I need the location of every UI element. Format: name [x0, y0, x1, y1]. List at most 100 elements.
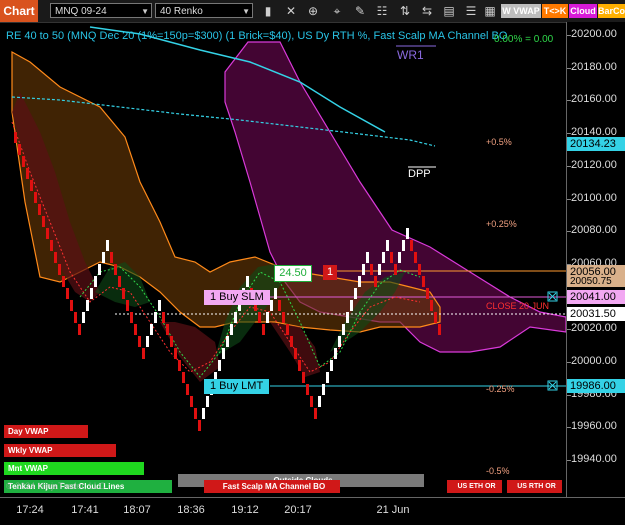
price-tick-label: 20100.00 [571, 191, 617, 204]
renko-brick-up [366, 252, 369, 263]
renko-brick-up [326, 372, 329, 383]
chart-title: RE 40 to 50 (MNQ Dec 20 (1%=150p=$300) (… [6, 30, 508, 42]
crosshair-icon[interactable]: ✕ [283, 3, 299, 19]
renko-brick-down [54, 252, 57, 263]
renko-brick-up [350, 300, 353, 311]
renko-brick-down [394, 264, 397, 275]
renko-brick-down [22, 156, 25, 167]
time-tick-label: 20:17 [284, 504, 312, 516]
renko-brick-down [390, 252, 393, 263]
renko-brick-down [174, 348, 177, 359]
percent-readout: 0.00% = 0.00 [494, 34, 554, 45]
price-label-buy-slm: 20041.00 [567, 290, 625, 304]
us-rth-or-legend[interactable]: US RTH OR [507, 480, 562, 493]
zoom-in-icon[interactable]: ⊕ [305, 3, 321, 19]
buy-slm-order[interactable]: 1 Buy SLM [204, 290, 270, 305]
renko-brick-down [166, 324, 169, 335]
wr1-label: WR1 [397, 48, 424, 62]
renko-brick-down [138, 336, 141, 347]
renko-brick-down [422, 276, 425, 287]
price-tick-label: 20020.00 [571, 322, 617, 335]
renko-brick-down [110, 252, 113, 263]
time-axis[interactable]: 17:24 17:41 18:07 18:36 19:12 20:17 21 Jun [0, 497, 625, 525]
price-tick-label: 19960.00 [571, 420, 617, 433]
renko-brick-up [206, 396, 209, 407]
price-label-cyan: 20134.23 [567, 137, 625, 151]
renko-brick-down [14, 132, 17, 143]
time-tick-label: 18:36 [177, 504, 205, 516]
renko-brick-up [322, 384, 325, 395]
renko-brick-up [98, 264, 101, 275]
renko-brick-down [374, 276, 377, 287]
cloud-button[interactable]: Cloud [569, 4, 597, 18]
bid-value-tag[interactable]: 24.50 [274, 265, 312, 282]
bid-size-tag[interactable]: 1 [323, 265, 337, 280]
chart-trader-icon[interactable]: ☰ [463, 3, 479, 19]
renko-brick-up [378, 264, 381, 275]
renko-brick-down [178, 360, 181, 371]
indicators-icon[interactable]: ⇅ [397, 3, 413, 19]
chart-tab[interactable]: Chart [0, 0, 38, 22]
pointer-icon[interactable]: ⌖ [329, 3, 345, 19]
tenkan-kijun-button[interactable]: T<>K [542, 4, 568, 18]
properties-icon[interactable]: ☷ [374, 3, 390, 19]
renko-brick-down [62, 276, 65, 287]
renko-brick-up [342, 324, 345, 335]
renko-brick-down [310, 396, 313, 407]
close-label: CLOSE 20 JUN [486, 301, 550, 311]
fast-scalp-legend[interactable]: Fast Scalp MA Channel BO [204, 480, 340, 493]
renko-brick-up [154, 312, 157, 323]
renko-brick-up [346, 312, 349, 323]
renko-brick-up [106, 240, 109, 251]
renko-brick-up [150, 324, 153, 335]
pct-label-minus-quarter: -0.25% [486, 384, 515, 394]
strategies-icon[interactable]: ⇆ [419, 3, 435, 19]
renko-brick-down [194, 408, 197, 419]
renko-brick-down [306, 384, 309, 395]
day-vwap-legend[interactable]: Day VWAP [4, 425, 88, 438]
renko-brick-up [270, 300, 273, 311]
renko-brick-down [34, 192, 37, 203]
buy-lmt-order[interactable]: 1 Buy LMT [204, 379, 270, 394]
renko-brick-down [130, 312, 133, 323]
renko-brick-up [330, 360, 333, 371]
wkly-vwap-legend[interactable]: Wkly VWAP [4, 444, 116, 457]
renko-brick-down [418, 264, 421, 275]
grid-icon[interactable]: ▦ [482, 3, 498, 19]
renko-brick-up [266, 312, 269, 323]
data-box-icon[interactable]: ▤ [441, 3, 457, 19]
price-axis[interactable]: 20200.00 20180.00 20160.00 20140.00 20120.00… [566, 22, 625, 497]
instrument-selector[interactable]: MNQ 09-24 ▼ [50, 3, 152, 18]
renko-brick-up [382, 252, 385, 263]
pct-label-plus-quarter: +0.25% [486, 219, 517, 229]
renko-brick-down [30, 180, 33, 191]
barco-button[interactable]: BarCo [598, 4, 625, 18]
mnt-vwap-legend[interactable]: Mnt VWAP [4, 462, 144, 475]
copyright-watermark: © 2024 NinjaTrader, LLC [6, 481, 106, 491]
pencil-icon[interactable]: ✎ [352, 3, 368, 19]
renko-brick-down [38, 204, 41, 215]
wvwap-button[interactable]: W VWAP [501, 4, 541, 18]
renko-brick-up [202, 408, 205, 419]
us-eth-or-legend[interactable]: US ETH OR [447, 480, 502, 493]
chart-plot-area[interactable]: RE 40 to 50 (MNQ Dec 20 (1%=150p=$300) (… [0, 22, 566, 497]
renko-brick-down [18, 144, 21, 155]
time-tick-label: 18:07 [123, 504, 151, 516]
renko-brick-down [294, 348, 297, 359]
renko-brick-down [290, 336, 293, 347]
renko-brick-down [46, 228, 49, 239]
renko-brick-down [58, 264, 61, 275]
renko-brick-down [370, 264, 373, 275]
renko-brick-down [286, 324, 289, 335]
renko-brick-down [170, 336, 173, 347]
bar-type-selector[interactable]: 40 Renko ▼ [155, 3, 253, 18]
renko-brick-down [430, 300, 433, 311]
renko-brick-down [118, 276, 121, 287]
renko-brick-up [274, 288, 277, 299]
renko-brick-down [182, 372, 185, 383]
renko-brick-up [94, 276, 97, 287]
renko-brick-down [142, 348, 145, 359]
bar-chart-icon[interactable]: ▮ [260, 3, 276, 19]
price-tick-label: 20180.00 [571, 60, 617, 73]
renko-brick-down [438, 324, 441, 335]
